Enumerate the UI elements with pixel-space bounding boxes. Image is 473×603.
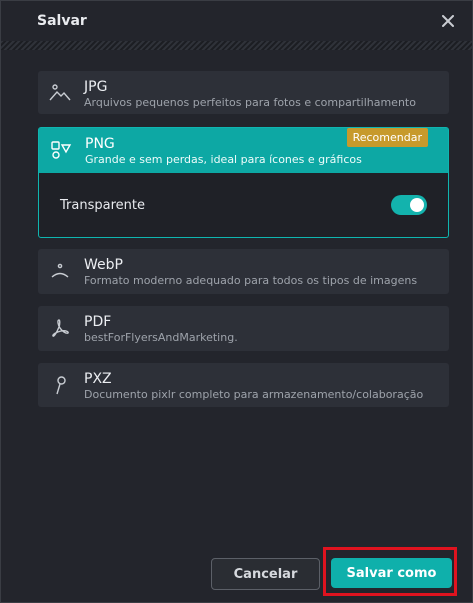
save-dialog: Salvar JPG Arquivos pequenos perfeitos p… <box>0 0 473 603</box>
pdf-icon <box>48 316 72 340</box>
save-as-button[interactable]: Salvar como <box>331 558 452 588</box>
cancel-button[interactable]: Cancelar <box>211 558 320 590</box>
header-divider <box>1 41 472 50</box>
landscape-icon <box>48 81 72 105</box>
format-name: PXZ <box>84 371 112 387</box>
format-name: PDF <box>84 314 112 330</box>
format-name: PNG <box>85 136 115 152</box>
format-description: Arquivos pequenos perfeitos para fotos e… <box>84 96 416 109</box>
format-option-png[interactable]: PNG Grande e sem perdas, ideal para ícon… <box>38 127 449 238</box>
dialog-title: Salvar <box>37 13 87 29</box>
format-option-pxz[interactable]: PXZ Documento pixlr completo para armaze… <box>38 363 449 407</box>
format-description: Documento pixlr completo para armazename… <box>84 388 424 401</box>
transparent-label: Transparente <box>60 198 145 213</box>
pixlr-icon <box>48 373 72 397</box>
format-option-jpg[interactable]: JPG Arquivos pequenos perfeitos para fot… <box>38 71 449 114</box>
shapes-icon <box>49 138 73 162</box>
format-description: Grande e sem perdas, ideal para ícones e… <box>85 153 362 166</box>
format-option-webp[interactable]: WebP Formato moderno adequado para todos… <box>38 249 449 294</box>
recommended-badge: Recomendar <box>346 128 428 147</box>
dialog-header: Salvar <box>1 1 472 41</box>
smile-icon <box>48 259 72 283</box>
format-option-pdf[interactable]: PDF bestForFlyersAndMarketing. <box>38 306 449 351</box>
png-header[interactable]: PNG Grande e sem perdas, ideal para ícon… <box>39 128 448 173</box>
format-name: WebP <box>84 257 123 273</box>
format-description: bestForFlyersAndMarketing. <box>84 331 238 344</box>
close-icon[interactable] <box>438 11 458 31</box>
format-description: Formato moderno adequado para todos os t… <box>84 274 418 287</box>
transparent-toggle[interactable] <box>391 195 427 215</box>
toggle-knob <box>410 198 424 212</box>
format-name: JPG <box>84 79 108 95</box>
